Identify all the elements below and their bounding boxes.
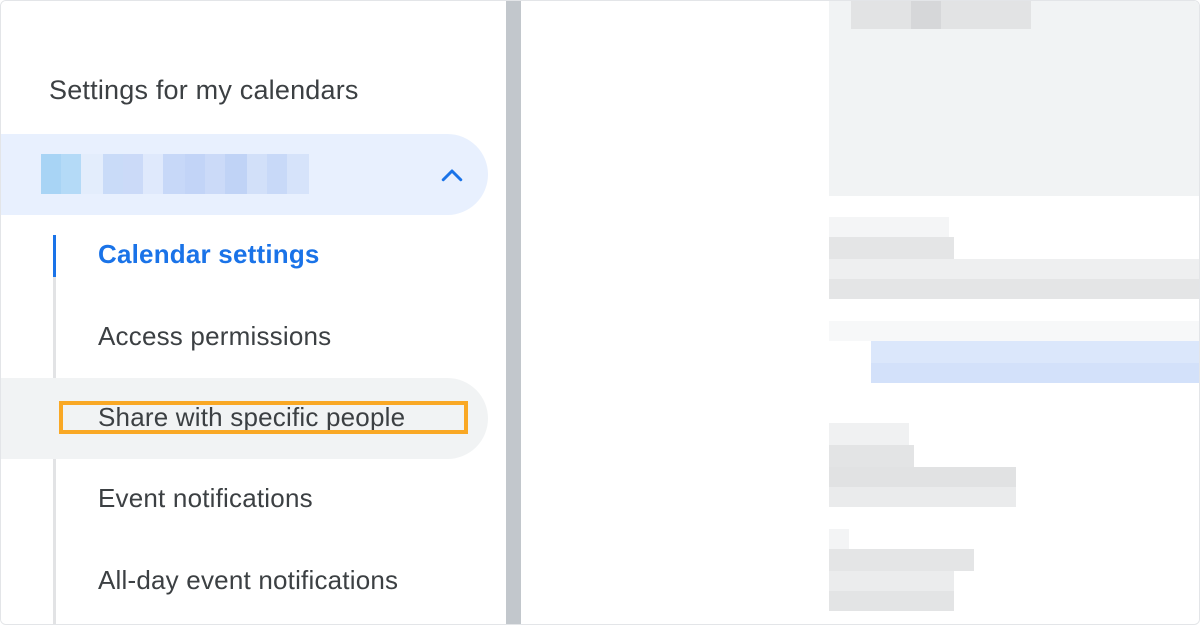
redacted-link [871, 341, 1199, 363]
calendar-expander[interactable] [1, 134, 488, 215]
nav-calendar-settings[interactable]: Calendar settings [98, 239, 320, 270]
redacted-header-block [829, 1, 1199, 196]
redacted-text [829, 591, 954, 611]
redacted-link [871, 363, 1199, 383]
redacted-text [829, 529, 849, 549]
redacted-text [829, 467, 1016, 487]
redacted-text [829, 217, 949, 237]
nav-all-day-event-notifications[interactable]: All-day event notifications [98, 565, 398, 596]
redacted-text [829, 237, 954, 259]
app-window: Settings for my calendars Calendar setti… [0, 0, 1200, 625]
nav-access-permissions[interactable]: Access permissions [98, 321, 331, 352]
nav-event-notifications[interactable]: Event notifications [98, 483, 313, 514]
chevron-up-icon[interactable] [437, 161, 467, 191]
section-title: Settings for my calendars [49, 75, 359, 105]
redacted-text [851, 1, 1031, 29]
redacted-calendar-name [41, 154, 311, 194]
redacted-text [829, 571, 954, 591]
redacted-text [829, 259, 1199, 279]
redacted-text [911, 1, 941, 29]
highlight-outline [59, 401, 468, 434]
redacted-text [829, 423, 909, 445]
redacted-text [829, 549, 974, 571]
redacted-text [829, 487, 1016, 507]
settings-content-redacted [521, 1, 1199, 624]
redacted-text [829, 279, 1199, 299]
settings-sidebar: Settings for my calendars Calendar setti… [1, 1, 506, 624]
active-indicator [53, 235, 56, 277]
panel-divider[interactable] [506, 1, 521, 624]
redacted-text [829, 321, 1199, 341]
redacted-text [829, 445, 914, 467]
